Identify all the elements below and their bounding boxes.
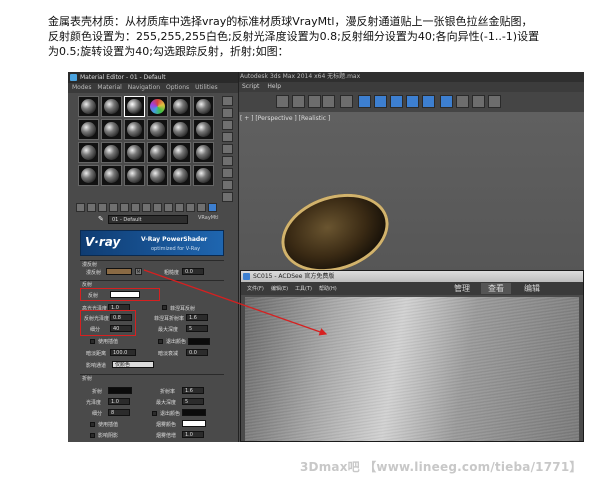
instruction-caption: 金属表壳材质：从材质库中选择vray的标准材质球VrayMtl，漫反射通道贴上一…	[48, 14, 588, 59]
caption-line-1: 金属表壳材质：从材质库中选择vray的标准材质球VrayMtl，漫反射通道贴上一…	[48, 15, 533, 28]
site-watermark: 3Dmax吧 【www.lineeg.com/tieba/1771】	[300, 460, 582, 474]
caption-line-2: 反射颜色设置为：255,255,255白色;反射光泽度设置为0.8;反射细分设置…	[48, 30, 540, 43]
annotation-arrow	[143, 269, 328, 336]
screenshot-area: Autodesk 3ds Max 2014 x64 无标题.max Script…	[68, 72, 584, 442]
caption-line-3: 为0.5;旋转设置为40;勾选跟踪反射，折射;如图：	[48, 45, 289, 58]
